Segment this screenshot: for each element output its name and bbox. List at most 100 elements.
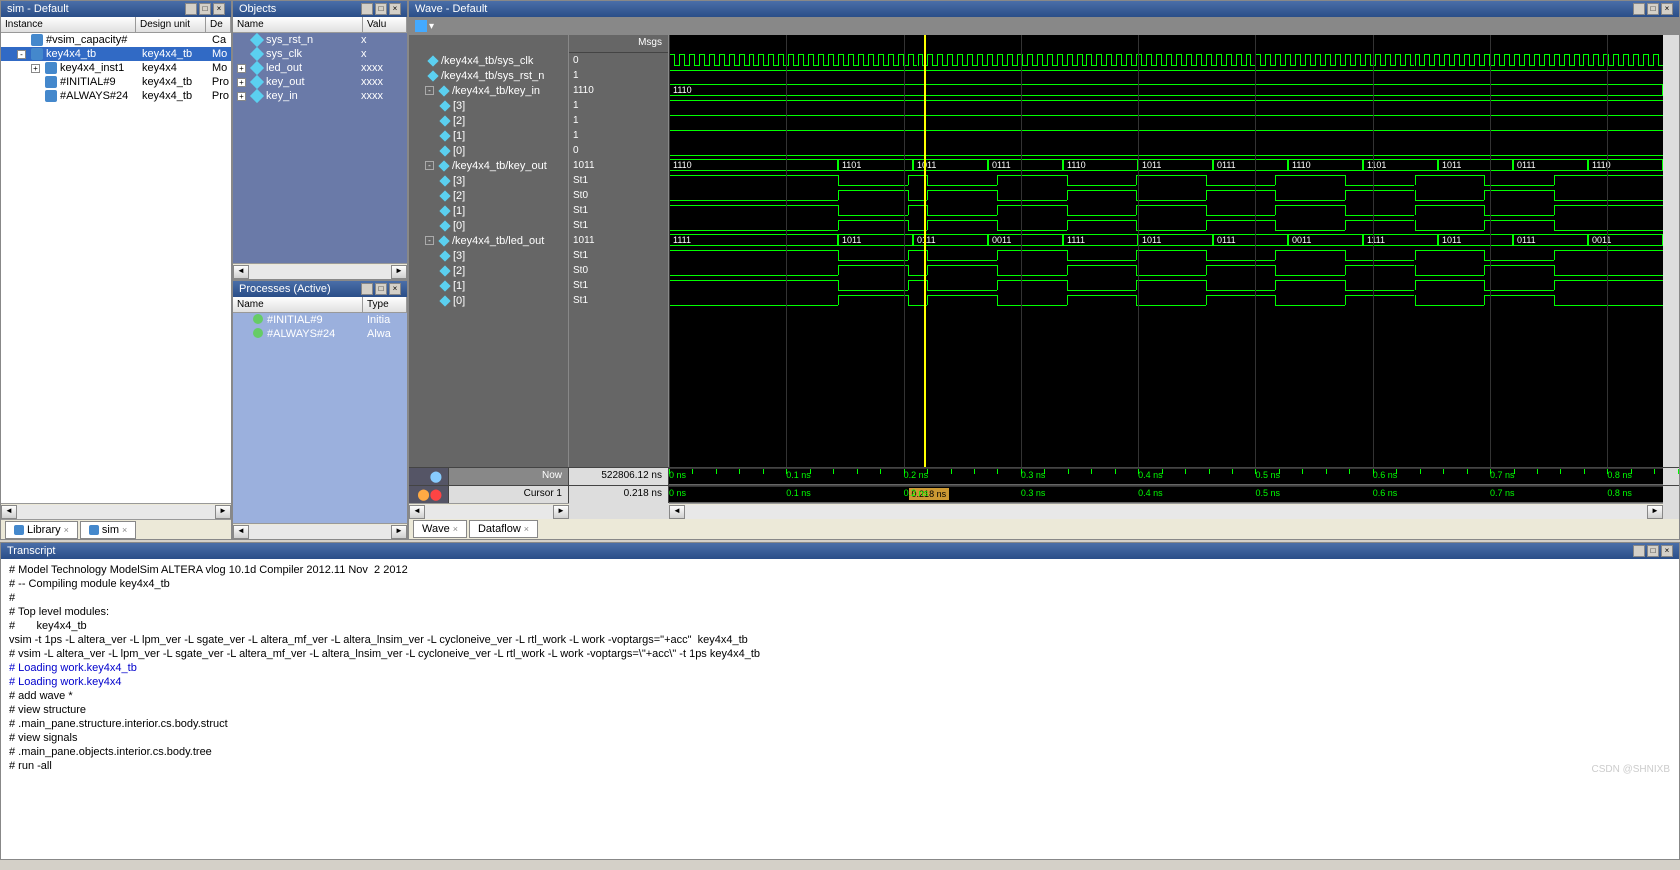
close-icon[interactable]: × [453, 524, 458, 534]
col-design-unit[interactable]: Design unit [136, 17, 206, 32]
panel-pin-icon[interactable] [361, 3, 373, 15]
expander-icon[interactable]: - [425, 86, 434, 95]
expander-icon[interactable]: + [237, 64, 246, 73]
cursor-label[interactable]: Cursor 1 [449, 486, 569, 503]
process-row[interactable]: #ALWAYS#24Alwa [233, 327, 407, 341]
col-name[interactable]: Name [233, 17, 363, 32]
objects-row[interactable]: +key_inxxxx [233, 89, 407, 103]
sim-tree-row[interactable]: #ALWAYS#24key4x4_tbPro [1, 89, 231, 103]
col-name[interactable]: Name [233, 297, 363, 312]
expander-icon[interactable]: - [425, 161, 434, 170]
wave-signal-row[interactable]: /key4x4_tb/sys_clk [409, 53, 568, 68]
panel-max-icon[interactable]: □ [375, 3, 387, 15]
tab-dataflow[interactable]: Dataflow× [469, 520, 538, 538]
objects-row[interactable]: +key_outxxxx [233, 75, 407, 89]
panel-max-icon[interactable]: □ [199, 3, 211, 15]
transcript-body[interactable]: # Model Technology ModelSim ALTERA vlog … [1, 559, 1679, 859]
wave-signal-row[interactable]: [1] [409, 203, 568, 218]
col-type[interactable]: Type [363, 297, 407, 312]
expander-icon[interactable]: + [237, 78, 246, 87]
waveform-row[interactable]: 1111101101110011111110110111001111111011… [669, 233, 1663, 248]
waveform-row[interactable] [669, 278, 1663, 293]
sim-tree-row[interactable]: #vsim_capacity#Ca [1, 33, 231, 47]
expander-icon[interactable]: + [31, 64, 40, 73]
close-icon[interactable]: × [122, 525, 127, 535]
wave-signal-names[interactable]: /key4x4_tb/sys_clk/key4x4_tb/sys_rst_n-/… [409, 35, 569, 467]
wave-signal-row[interactable]: [0] [409, 218, 568, 233]
waveform-row[interactable] [669, 68, 1663, 83]
col-design-type[interactable]: De [206, 17, 231, 32]
waveform-row[interactable] [669, 248, 1663, 263]
col-instance[interactable]: Instance [1, 17, 136, 32]
wave-signal-row[interactable]: [2] [409, 263, 568, 278]
waveform-row[interactable] [669, 113, 1663, 128]
processes-tree[interactable]: #INITIAL#9Initia#ALWAYS#24Alwa [233, 313, 407, 523]
objects-row[interactable]: sys_clkx [233, 47, 407, 61]
wave-signal-row[interactable]: [0] [409, 143, 568, 158]
close-icon[interactable]: × [64, 525, 69, 535]
waveform-row[interactable]: 1110 [669, 83, 1663, 98]
panel-max-icon[interactable]: □ [375, 283, 387, 295]
waveform-row[interactable] [669, 188, 1663, 203]
waveform-row[interactable] [669, 218, 1663, 233]
wave-signal-row[interactable]: [1] [409, 128, 568, 143]
process-row[interactable]: #INITIAL#9Initia [233, 313, 407, 327]
wave-signal-row[interactable]: -/key4x4_tb/led_out [409, 233, 568, 248]
panel-pin-icon[interactable] [1633, 3, 1645, 15]
expander-icon[interactable]: - [17, 50, 26, 59]
wave-signal-row[interactable]: [2] [409, 113, 568, 128]
panel-close-icon[interactable]: × [389, 3, 401, 15]
panel-pin-icon[interactable] [361, 283, 373, 295]
sim-hscroll[interactable]: ◄ ► [1, 503, 231, 519]
scroll-right-button[interactable]: ► [215, 505, 231, 519]
close-icon[interactable]: × [524, 524, 529, 534]
waveform-row[interactable] [669, 203, 1663, 218]
panel-close-icon[interactable]: × [389, 283, 401, 295]
processes-hscroll[interactable]: ◄► [233, 523, 407, 539]
wave-signal-row[interactable]: [0] [409, 293, 568, 308]
wave-signal-row[interactable]: [1] [409, 278, 568, 293]
wave-tool-icon[interactable] [415, 20, 427, 32]
waveform-row[interactable] [669, 128, 1663, 143]
wave-time-ruler-cursor[interactable]: 0.218 ns 0 ns0.1 ns0.2 ns0.3 ns0.4 ns0.5… [669, 486, 1663, 502]
objects-row[interactable]: +led_outxxxx [233, 61, 407, 75]
scroll-left-button[interactable]: ◄ [1, 505, 17, 519]
waveform-area[interactable]: 1110 111011011011011111101011011111101101… [669, 35, 1663, 467]
objects-row[interactable]: sys_rst_nx [233, 33, 407, 47]
panel-max-icon[interactable]: □ [1647, 3, 1659, 15]
cursor-value[interactable]: 0.218 ns [569, 486, 669, 503]
wave-signal-row[interactable]: [2] [409, 188, 568, 203]
waveform-row[interactable] [669, 263, 1663, 278]
sim-tree-row[interactable]: +key4x4_inst1key4x4Mo [1, 61, 231, 75]
waveform-row[interactable] [669, 293, 1663, 308]
sim-tree-row[interactable]: -key4x4_tbkey4x4_tbMo [1, 47, 231, 61]
panel-close-icon[interactable]: × [1661, 3, 1673, 15]
wave-signal-row[interactable]: [3] [409, 98, 568, 113]
wave-signal-row[interactable]: -/key4x4_tb/key_out [409, 158, 568, 173]
panel-close-icon[interactable]: × [1661, 545, 1673, 557]
wave-vscroll[interactable] [1663, 35, 1679, 467]
objects-tree[interactable]: sys_rst_nxsys_clkx+led_outxxxx+key_outxx… [233, 33, 407, 263]
waveform-row[interactable] [669, 53, 1663, 68]
panel-pin-icon[interactable] [185, 3, 197, 15]
waveform-row[interactable]: 1110110110110111111010110111111011011011… [669, 158, 1663, 173]
wave-signal-row[interactable]: [3] [409, 248, 568, 263]
waveform-row[interactable] [669, 173, 1663, 188]
sim-tree-row[interactable]: #INITIAL#9key4x4_tbPro [1, 75, 231, 89]
objects-hscroll[interactable]: ◄► [233, 263, 407, 279]
wave-signal-row[interactable]: -/key4x4_tb/key_in [409, 83, 568, 98]
sim-tree[interactable]: #vsim_capacity#Ca-key4x4_tbkey4x4_tbMo+k… [1, 33, 231, 503]
tab-sim[interactable]: sim× [80, 521, 136, 539]
expander-icon[interactable]: + [237, 92, 246, 101]
wave-cursor[interactable] [924, 35, 926, 467]
wave-hscroll[interactable]: ◄► [669, 503, 1663, 519]
wave-signal-row[interactable]: [3] [409, 173, 568, 188]
tab-library[interactable]: Library× [5, 521, 78, 539]
panel-max-icon[interactable]: □ [1647, 545, 1659, 557]
waveform-row[interactable] [669, 143, 1663, 158]
panel-pin-icon[interactable] [1633, 545, 1645, 557]
expander-icon[interactable]: - [425, 236, 434, 245]
panel-close-icon[interactable]: × [213, 3, 225, 15]
waveform-row[interactable] [669, 98, 1663, 113]
tab-wave[interactable]: Wave× [413, 520, 467, 538]
